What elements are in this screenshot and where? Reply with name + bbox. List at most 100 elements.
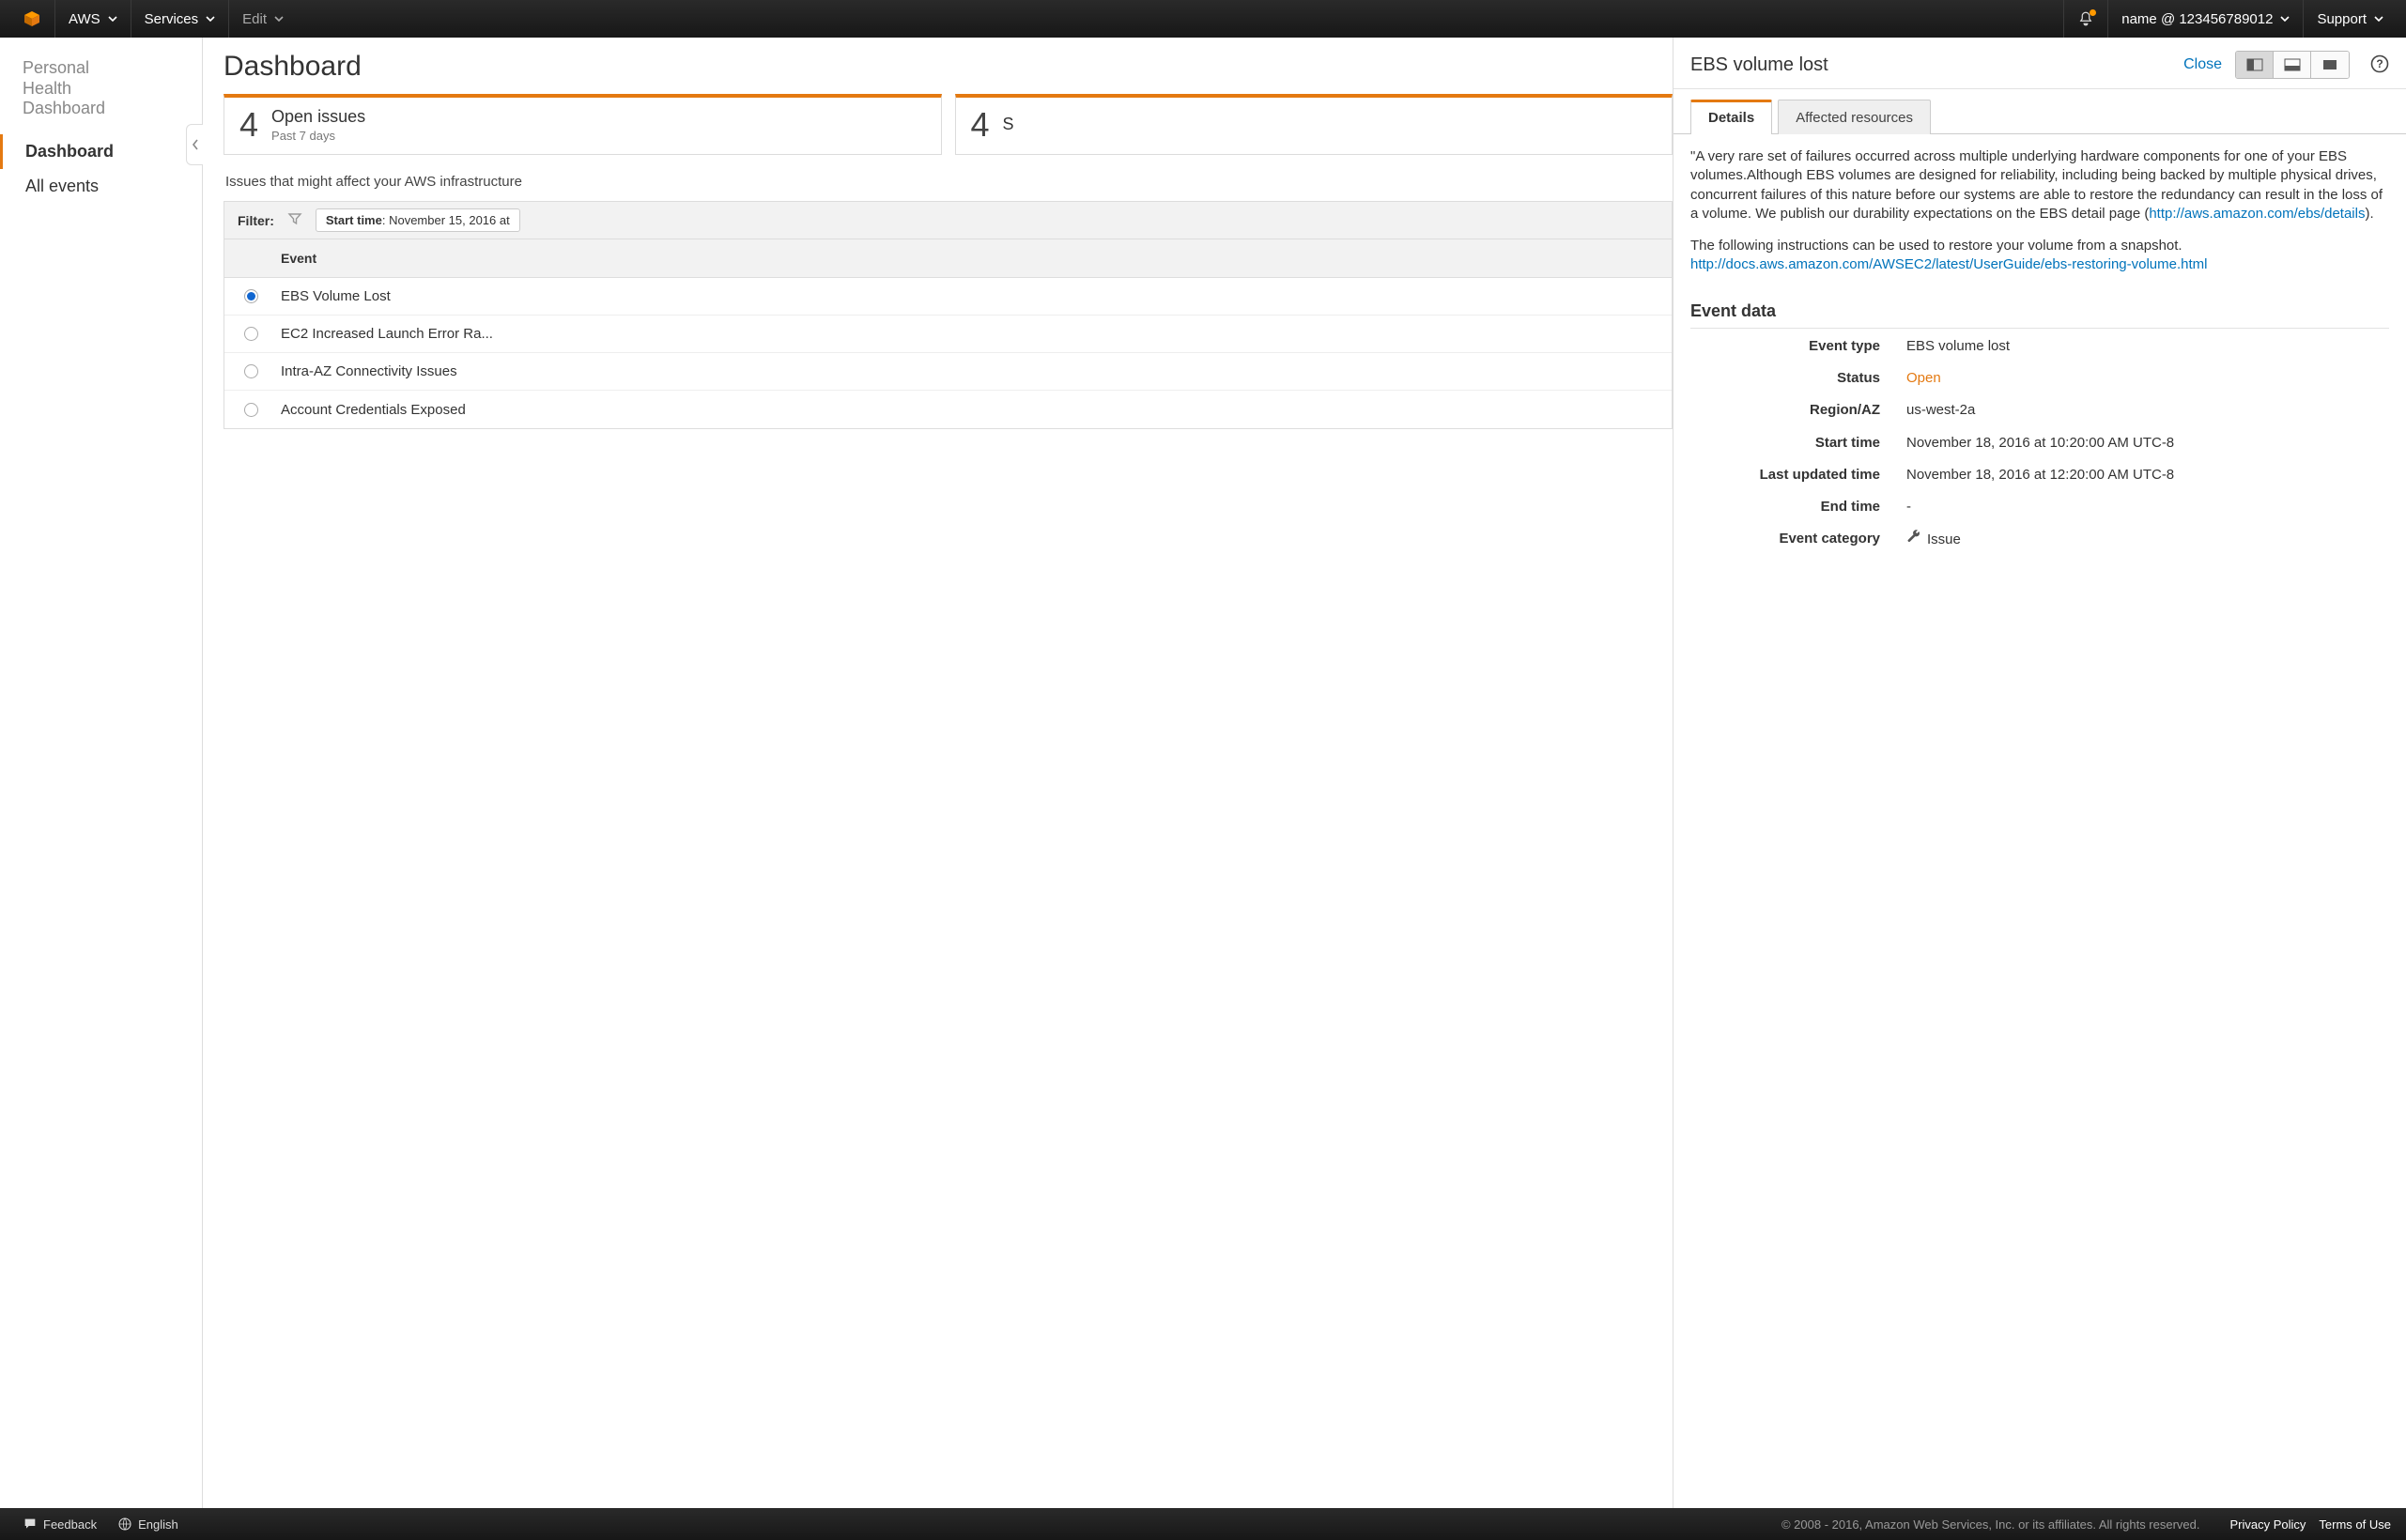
- layout-switcher: [2235, 51, 2350, 79]
- kv-value: November 18, 2016 at 12:20:00 AM UTC-8: [1906, 466, 2389, 485]
- kv-key: End time: [1690, 498, 1906, 516]
- stat-card-secondary[interactable]: 4 S: [955, 94, 1673, 155]
- nav-edit-label: Edit: [242, 11, 267, 27]
- nav-aws-label: AWS: [69, 11, 100, 27]
- caret-down-icon: [274, 11, 284, 27]
- stat-subtitle: Past 7 days: [271, 129, 365, 143]
- kv-key: Event type: [1690, 337, 1906, 356]
- notifications-bell[interactable]: [2063, 0, 2107, 38]
- layout-full[interactable]: [2311, 52, 2349, 78]
- filter-icon[interactable]: [287, 211, 302, 229]
- nav-support[interactable]: Support: [2303, 0, 2397, 38]
- footer-terms-link[interactable]: Terms of Use: [2319, 1517, 2391, 1532]
- kv-value: November 18, 2016 at 10:20:00 AM UTC-8: [1906, 434, 2389, 453]
- row-event-name: Account Credentials Exposed: [277, 402, 466, 418]
- kv-key: Event category: [1690, 530, 1906, 550]
- table-row[interactable]: EC2 Increased Launch Error Ra...: [224, 316, 1672, 353]
- filter-chip-start-time[interactable]: Start time: November 15, 2016 at: [316, 208, 520, 232]
- close-button[interactable]: Close: [2183, 56, 2222, 73]
- sidebar-collapse-button[interactable]: [186, 124, 203, 165]
- kv-key: Last updated time: [1690, 466, 1906, 485]
- stat-cards: 4 Open issues Past 7 days 4 S: [224, 94, 1673, 155]
- nav-account-label: name @ 123456789012: [2121, 11, 2273, 27]
- help-icon[interactable]: ?: [2370, 54, 2389, 76]
- kv-value: Open: [1906, 369, 2389, 388]
- filter-chip-value: : November 15, 2016 at: [382, 213, 510, 227]
- nav-services[interactable]: Services: [131, 0, 229, 38]
- detail-panel: EBS volume lost Close ?: [1673, 38, 2406, 1508]
- sidebar-item-dashboard[interactable]: Dashboard: [0, 134, 202, 169]
- sidebar-title: Personal Health Dashboard: [0, 58, 202, 134]
- nav-services-label: Services: [145, 11, 199, 27]
- aws-logo-icon[interactable]: [9, 8, 54, 30]
- kv-start-time: Start time November 18, 2016 at 10:20:00…: [1690, 427, 2389, 459]
- feedback-link[interactable]: Feedback: [15, 1517, 104, 1532]
- filter-bar: Filter: Start time: November 15, 2016 at: [224, 201, 1673, 239]
- detail-tabs: Details Affected resources: [1673, 99, 2406, 134]
- speech-bubble-icon: [23, 1517, 38, 1532]
- caret-down-icon: [108, 11, 117, 27]
- row-event-name: EC2 Increased Launch Error Ra...: [277, 326, 493, 342]
- stat-title: Open issues: [271, 107, 365, 127]
- detail-text: ).: [2365, 206, 2373, 222]
- nav-account[interactable]: name @ 123456789012: [2107, 0, 2303, 38]
- nav-support-label: Support: [2317, 11, 2367, 27]
- tab-label: Affected resources: [1796, 110, 1913, 126]
- detail-paragraph: "A very rare set of failures occurred ac…: [1690, 147, 2389, 223]
- row-radio[interactable]: [244, 403, 258, 417]
- nav-aws[interactable]: AWS: [54, 0, 131, 38]
- row-radio[interactable]: [244, 289, 258, 303]
- footer-copyright: © 2008 - 2016, Amazon Web Services, Inc.…: [1781, 1517, 2200, 1532]
- table-row[interactable]: Intra-AZ Connectivity Issues: [224, 353, 1672, 391]
- stat-card-open-issues[interactable]: 4 Open issues Past 7 days: [224, 94, 942, 155]
- row-event-name: Intra-AZ Connectivity Issues: [277, 363, 457, 379]
- issues-description: Issues that might affect your AWS infras…: [225, 174, 1673, 190]
- globe-icon: [117, 1517, 132, 1532]
- detail-header: EBS volume lost Close ?: [1673, 38, 2406, 89]
- top-nav: AWS Services Edit name @ 123456789012 Su…: [0, 0, 2406, 38]
- kv-key: Start time: [1690, 434, 1906, 453]
- detail-link-ebs[interactable]: http://aws.amazon.com/ebs/details: [2149, 206, 2365, 222]
- events-table-header: Event: [224, 239, 1673, 278]
- sidebar-title-l2: Health: [23, 79, 71, 98]
- row-radio[interactable]: [244, 364, 258, 378]
- kv-value: -: [1906, 498, 2389, 516]
- footer-privacy-link[interactable]: Privacy Policy: [2230, 1517, 2306, 1532]
- layout-split-vertical[interactable]: [2236, 52, 2274, 78]
- kv-event-type: Event type EBS volume lost: [1690, 331, 2389, 362]
- sidebar-item-all-events[interactable]: All events: [0, 169, 202, 204]
- svg-text:?: ?: [2376, 57, 2383, 70]
- sidebar-item-label: Dashboard: [25, 142, 114, 161]
- table-row[interactable]: EBS Volume Lost: [224, 278, 1672, 316]
- nav-edit[interactable]: Edit: [228, 0, 297, 38]
- detail-link-restore[interactable]: http://docs.aws.amazon.com/AWSEC2/latest…: [1690, 256, 2208, 272]
- language-link[interactable]: English: [110, 1517, 186, 1532]
- col-event-header: Event: [277, 251, 316, 266]
- kv-end-time: End time -: [1690, 491, 2389, 523]
- kv-value: EBS volume lost: [1906, 337, 2389, 356]
- events-table: EBS Volume Lost EC2 Increased Launch Err…: [224, 278, 1673, 429]
- row-event-name: EBS Volume Lost: [277, 288, 391, 304]
- layout-split-horizontal[interactable]: [2274, 52, 2311, 78]
- detail-body: "A very rare set of failures occurred ac…: [1673, 134, 2406, 1508]
- chevron-left-icon: [192, 139, 199, 150]
- filter-chip-key: Start time: [326, 213, 382, 227]
- stat-count: 4: [239, 105, 258, 145]
- kv-value: Issue: [1906, 530, 2389, 550]
- kv-key: Status: [1690, 369, 1906, 388]
- detail-text: The following instructions can be used t…: [1690, 238, 2182, 254]
- kv-key: Region/AZ: [1690, 401, 1906, 420]
- sidebar-item-label: All events: [25, 177, 99, 195]
- stat-title: S: [1003, 115, 1014, 134]
- tab-label: Details: [1708, 110, 1754, 126]
- kv-value-text: Issue: [1927, 531, 1961, 547]
- row-radio[interactable]: [244, 327, 258, 341]
- tab-affected-resources[interactable]: Affected resources: [1778, 100, 1931, 134]
- table-row[interactable]: Account Credentials Exposed: [224, 391, 1672, 428]
- wrench-icon: [1906, 530, 1921, 550]
- event-data-heading: Event data: [1690, 300, 2389, 329]
- tab-details[interactable]: Details: [1690, 100, 1772, 134]
- footer-language-label: English: [138, 1517, 178, 1532]
- sidebar: Personal Health Dashboard Dashboard All …: [0, 38, 203, 1508]
- page-title: Dashboard: [224, 51, 1673, 83]
